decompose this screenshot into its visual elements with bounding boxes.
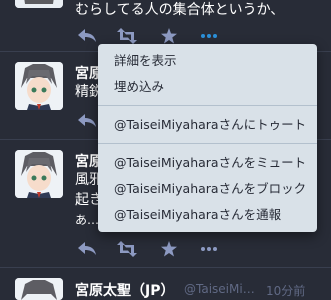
menu-divider	[98, 143, 317, 144]
menu-item-embed[interactable]: 埋め込み	[98, 74, 317, 100]
menu-item-expand[interactable]: 詳細を表示	[98, 48, 317, 74]
reply-icon[interactable]	[75, 109, 99, 133]
menu-divider	[98, 105, 317, 106]
favourite-icon[interactable]	[157, 237, 181, 261]
menu-item-block[interactable]: @TaiseiMiyaharaさんをブロック	[98, 176, 317, 202]
status-dropdown-menu: 詳細を表示 埋め込み @TaiseiMiyaharaさんにトゥート @Taise…	[98, 44, 317, 232]
avatar[interactable]	[15, 278, 63, 300]
account-handle[interactable]: @TaiseiMi…	[184, 282, 255, 296]
timestamp[interactable]: 10分前	[266, 282, 305, 299]
menu-item-mention[interactable]: @TaiseiMiyaharaさんにトゥート	[98, 112, 317, 138]
avatar[interactable]	[15, 150, 63, 198]
avatar[interactable]	[15, 62, 63, 110]
reply-icon[interactable]	[75, 24, 99, 48]
status-item: 宮原太聖（JP） @TaiseiMi… 10分前	[0, 268, 331, 300]
display-name[interactable]: 宮原太聖（JP）	[75, 280, 174, 300]
status-actions	[75, 237, 235, 261]
menu-item-report[interactable]: @TaiseiMiyaharaさんを通報	[98, 202, 317, 228]
boost-icon[interactable]	[115, 237, 139, 261]
menu-item-mute[interactable]: @TaiseiMiyaharaさんをミュート	[98, 150, 317, 176]
more-icon[interactable]	[197, 237, 221, 261]
reply-icon[interactable]	[75, 237, 99, 261]
avatar[interactable]	[15, 0, 63, 8]
status-content: むらしてる人の集合体というか、	[75, 2, 285, 18]
